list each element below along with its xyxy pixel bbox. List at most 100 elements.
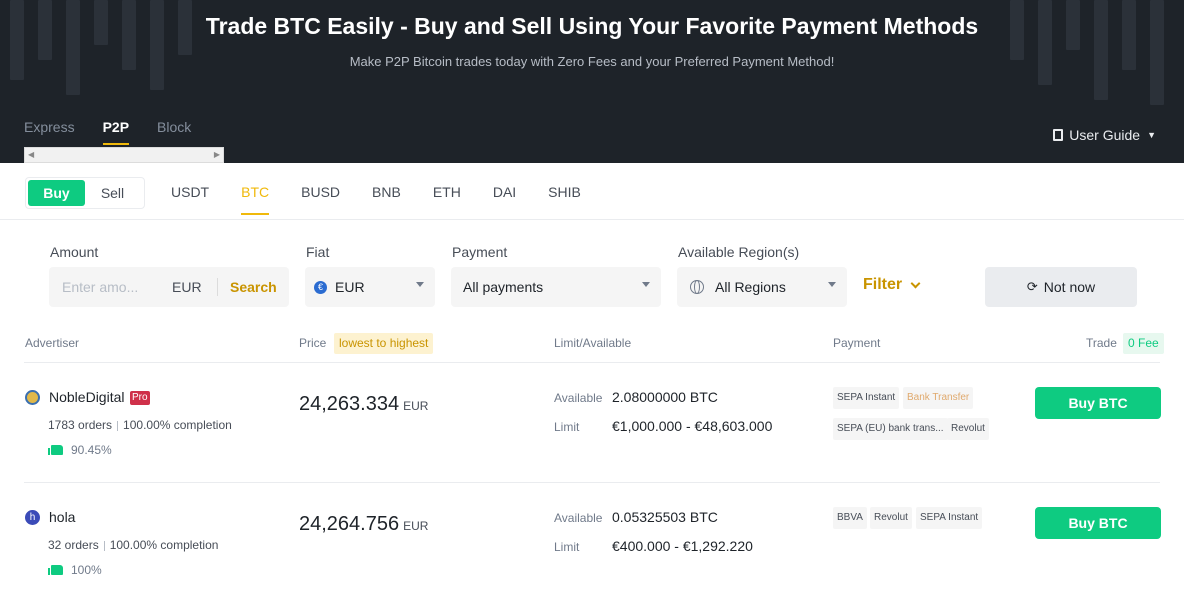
hero-banner: Trade BTC Easily - Buy and Sell Using Yo… (0, 0, 1184, 163)
payment-tag: Revolut (870, 507, 912, 529)
order-count: 1783 orders (48, 418, 113, 432)
buy-btc-button[interactable]: Buy BTC (1035, 387, 1161, 419)
rating-value: 100% (71, 563, 102, 577)
advertiser-name[interactable]: hola (49, 509, 75, 525)
price: 24,264.756 EUR (299, 513, 428, 536)
limit-value: €1,000.000 - €48,603.000 (612, 418, 773, 434)
completion-rate: 100.00% completion (123, 418, 232, 432)
region-select[interactable]: All Regions (677, 267, 847, 307)
available-value: 2.08000000 BTC (612, 389, 718, 405)
price: 24,263.334 EUR (299, 393, 428, 416)
payment-label: Payment (452, 244, 508, 260)
user-guide-menu[interactable]: User Guide ▼ (1053, 127, 1156, 143)
amount-currency: EUR (172, 279, 202, 295)
mode-tabs: Express P2P Block (24, 119, 219, 145)
globe-icon (690, 280, 704, 294)
tab-block[interactable]: Block (157, 119, 191, 145)
hero-subtitle: Make P2P Bitcoin trades today with Zero … (349, 54, 835, 69)
price-unit: EUR (403, 399, 429, 413)
horizontal-scrollbar[interactable]: ◀ ▶ (24, 147, 224, 163)
region-label: Available Region(s) (678, 244, 800, 260)
fiat-value: EUR (335, 279, 365, 295)
header-payment: Payment (833, 336, 881, 350)
payment-tag: SEPA (EU) bank trans... (833, 418, 948, 440)
available-label: Available (554, 391, 603, 405)
amount-label: Amount (50, 244, 99, 260)
header-advertiser: Advertiser (25, 336, 80, 350)
payment-tag: SEPA Instant (916, 507, 983, 529)
rating: 100% (48, 563, 102, 577)
avatar (25, 390, 40, 405)
tab-dai[interactable]: DAI (493, 184, 516, 215)
amount-field[interactable]: Enter amo... EUR Search (49, 267, 289, 307)
scroll-left-icon[interactable]: ◀ (28, 150, 34, 159)
tab-usdt[interactable]: USDT (171, 184, 209, 215)
thumbs-up-icon (48, 445, 63, 455)
scroll-right-icon[interactable]: ▶ (214, 150, 220, 159)
zero-fee-badge: 0 Fee (1123, 333, 1164, 354)
tab-p2p[interactable]: P2P (102, 119, 130, 145)
tab-express[interactable]: Express (24, 119, 75, 145)
euro-icon: € (314, 280, 327, 294)
payment-select[interactable]: All payments (451, 267, 661, 307)
sell-toggle-button[interactable]: Sell (85, 180, 140, 206)
search-button[interactable]: Search (230, 279, 277, 295)
user-guide-label: User Guide (1069, 127, 1141, 143)
payment-tag: SEPA Instant (833, 387, 900, 409)
amount-input[interactable]: Enter amo... (62, 279, 158, 295)
region-value: All Regions (715, 279, 786, 295)
advertiser-stats: 32 orders 100.00% completion (48, 538, 218, 552)
divider (24, 362, 1160, 363)
available-label: Available (554, 511, 603, 525)
limit-value: €400.000 - €1,292.220 (612, 538, 753, 554)
caret-down-icon (828, 282, 836, 287)
hero-title: Trade BTC Easily - Buy and Sell Using Yo… (205, 13, 979, 39)
payment-tag: BBVA (833, 507, 867, 529)
price-sort-badge[interactable]: lowest to highest (334, 333, 434, 354)
price-unit: EUR (403, 519, 429, 533)
header-price: Price (299, 336, 327, 350)
price-value: 24,264.756 (299, 513, 400, 535)
buy-toggle-button[interactable]: Buy (28, 180, 85, 206)
tab-bnb[interactable]: BNB (372, 184, 401, 215)
not-now-button[interactable]: ⟳ Not now (985, 267, 1137, 307)
rating: 90.45% (48, 443, 112, 457)
not-now-label: Not now (1043, 279, 1096, 295)
buy-sell-toggle: Buy Sell (25, 177, 145, 209)
fiat-label: Fiat (306, 244, 330, 260)
price-value: 24,263.334 (299, 393, 400, 415)
buy-btc-button[interactable]: Buy BTC (1035, 507, 1161, 539)
thumbs-up-icon (48, 565, 63, 575)
rating-value: 90.45% (71, 443, 112, 457)
tab-btc[interactable]: BTC (241, 184, 270, 215)
crypto-tab-bar: Buy Sell USDT BTC BUSD BNB ETH DAI SHIB (0, 163, 1184, 220)
caret-down-icon (642, 282, 650, 287)
order-count: 32 orders (48, 538, 99, 552)
tab-shib[interactable]: SHIB (548, 184, 581, 215)
completion-rate: 100.00% completion (109, 538, 219, 552)
filter-button[interactable]: Filter (863, 276, 921, 294)
filter-label: Filter (863, 276, 903, 293)
available-value: 0.05325503 BTC (612, 509, 718, 525)
divider (217, 278, 218, 296)
limit-label: Limit (554, 420, 580, 434)
pro-badge: Pro (130, 391, 150, 405)
header-trade: Trade (1086, 336, 1117, 350)
refresh-icon: ⟳ (1026, 279, 1038, 294)
fiat-select[interactable]: € EUR (305, 267, 435, 307)
coin-tabs: USDT BTC BUSD BNB ETH DAI SHIB (171, 184, 613, 215)
payment-value: All payments (463, 279, 544, 295)
tab-busd[interactable]: BUSD (301, 184, 340, 215)
chevron-down-icon (910, 278, 921, 288)
limit-label: Limit (554, 540, 580, 554)
advertiser-name[interactable]: NobleDigital (49, 389, 124, 405)
book-icon (1053, 129, 1064, 141)
divider (24, 482, 1160, 483)
advertiser-stats: 1783 orders 100.00% completion (48, 418, 232, 432)
avatar: h (25, 510, 40, 525)
payment-tag: Revolut (947, 418, 989, 440)
header-limit: Limit/Available (554, 336, 632, 350)
caret-down-icon (416, 282, 424, 287)
payment-tag: Bank Transfer (903, 387, 974, 409)
tab-eth[interactable]: ETH (433, 184, 461, 215)
